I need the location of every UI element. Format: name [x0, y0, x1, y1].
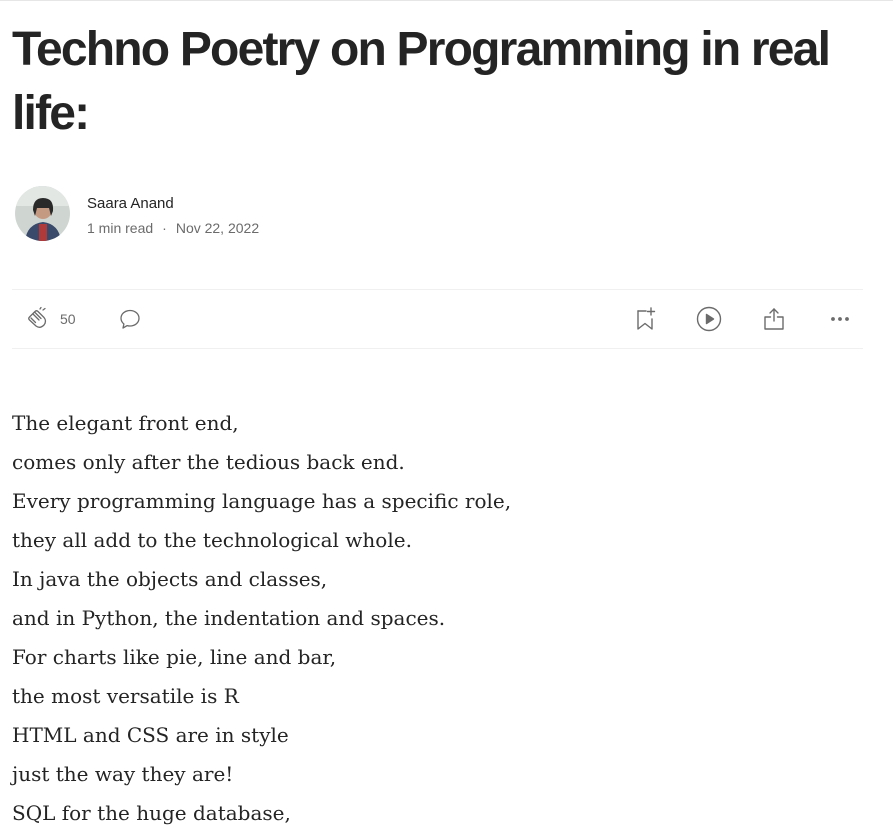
- article-meta: 1 min read · Nov 22, 2022: [87, 218, 259, 238]
- share-icon[interactable]: [762, 306, 786, 332]
- poem-line: comes only after the tedious back end.: [12, 450, 405, 474]
- top-divider: [0, 0, 893, 1]
- author-avatar[interactable]: [15, 185, 70, 241]
- more-options-button[interactable]: [828, 306, 852, 332]
- poem-line: For charts like pie, line and bar,: [12, 645, 337, 669]
- clap-button[interactable]: 50: [24, 306, 76, 332]
- play-icon[interactable]: [696, 306, 722, 332]
- more-icon[interactable]: [828, 307, 852, 331]
- clap-icon[interactable]: [24, 306, 50, 332]
- response-icon[interactable]: [118, 307, 142, 331]
- article-title: Techno Poetry on Programming in real lif…: [12, 23, 831, 140]
- poem-line: HTML and CSS are in style: [12, 723, 289, 747]
- publish-date: Nov 22, 2022: [175, 220, 260, 236]
- poem-line: The elegant front end,: [12, 411, 239, 435]
- poem-line: In java the objects and classes,: [12, 567, 328, 591]
- author-block: Saara Anand 1 min read · Nov 22, 2022: [15, 185, 259, 241]
- poem-line: Every programming language has a specifi…: [12, 489, 512, 513]
- listen-button[interactable]: [696, 306, 722, 332]
- share-button[interactable]: [762, 306, 786, 332]
- bookmark-icon[interactable]: [634, 306, 658, 332]
- meta-separator: ·: [162, 220, 167, 236]
- poem-line: and in Python, the indentation and space…: [12, 606, 446, 630]
- poem-line: SQL for the huge database,: [12, 801, 291, 825]
- author-name[interactable]: Saara Anand: [87, 194, 259, 214]
- save-button[interactable]: [634, 306, 658, 332]
- poem-line: just the way they are!: [12, 762, 234, 786]
- poem-line: they all add to the technological whole.: [12, 528, 412, 552]
- article-body: The elegant front end, comes only after …: [12, 404, 872, 833]
- read-time: 1 min read: [87, 220, 154, 236]
- poem-line: the most versatile is R: [12, 684, 239, 708]
- responses-button[interactable]: [118, 306, 142, 332]
- clap-count: 50: [60, 311, 76, 327]
- article-action-bar: 50: [12, 289, 863, 349]
